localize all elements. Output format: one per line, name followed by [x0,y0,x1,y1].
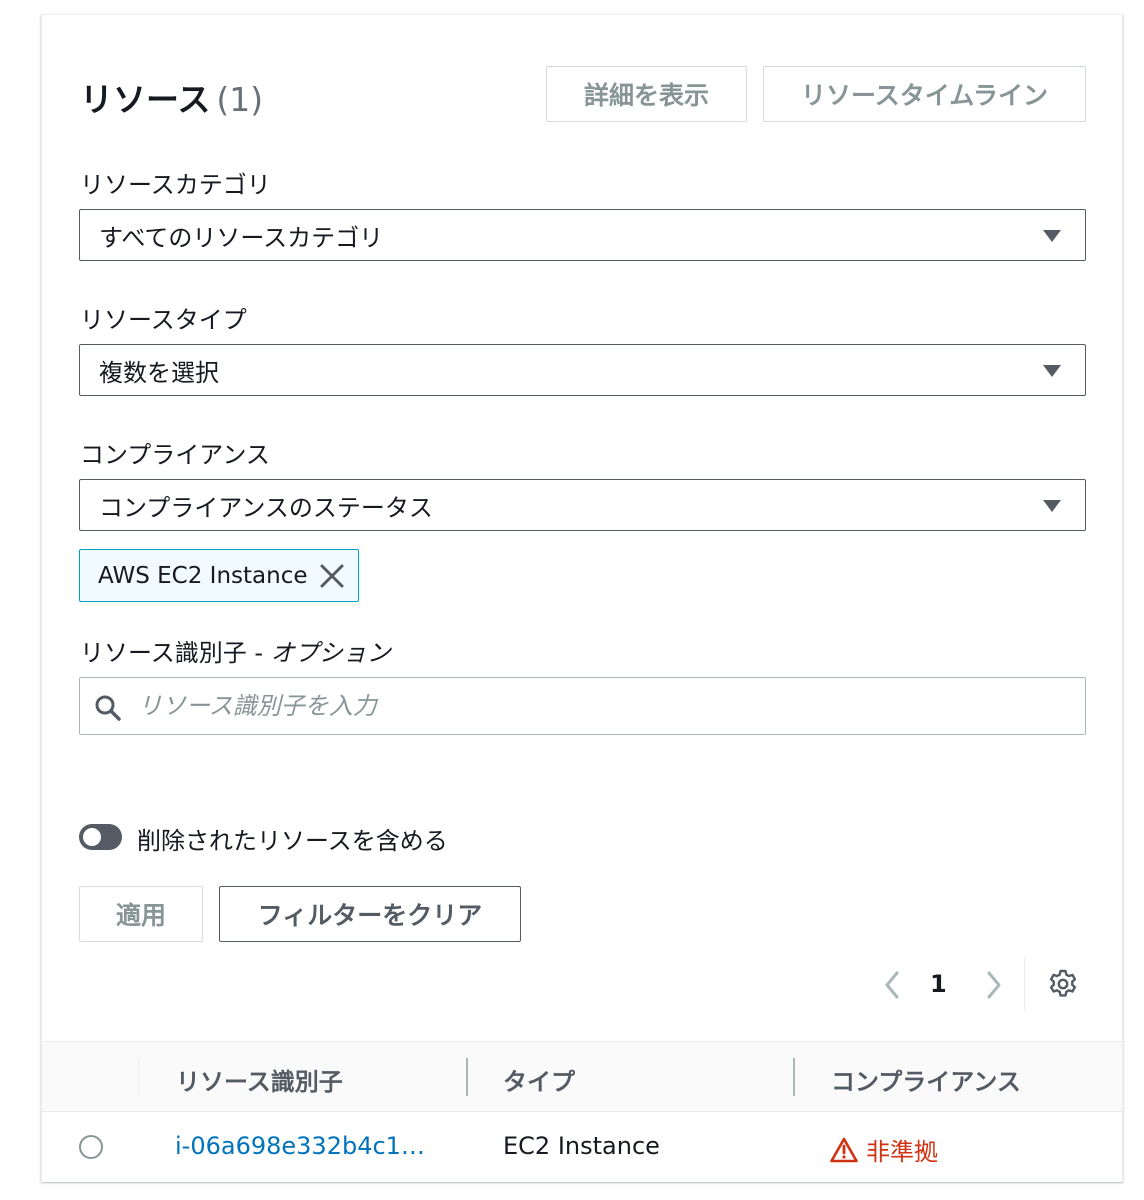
type-select[interactable]: 複数を選択 [79,344,1086,396]
search-icon [95,695,121,721]
compliance-status: 非準拠 [830,1132,938,1167]
compliance-label: コンプライアンス [80,441,270,469]
table-row: i-06a698e332b4c1… EC2 Instance 非準拠 [42,1112,1122,1182]
type-selected: 複数を選択 [99,358,219,387]
table-header: リソース識別子 タイプ コンプライアンス [42,1041,1122,1112]
chevron-right-icon[interactable] [982,965,1006,1005]
resource-type: EC2 Instance [503,1132,660,1160]
gear-icon[interactable] [1047,968,1079,1000]
pager-divider [1024,957,1025,1011]
caret-down-icon [1043,230,1061,242]
include-deleted-toggle[interactable] [79,824,122,850]
compliance-select[interactable]: コンプライアンスのステータス [79,479,1086,531]
column-header-compliance[interactable]: コンプライアンス [831,1062,1021,1097]
column-divider [793,1058,795,1096]
include-deleted-label: 削除されたリソースを含める [137,827,448,855]
caret-down-icon [1043,365,1061,377]
category-label: リソースカテゴリ [80,171,271,199]
apply-button[interactable]: 適用 [79,886,203,942]
title-text: リソース [80,80,211,119]
identifier-input[interactable] [138,686,1068,726]
column-header-identifier[interactable]: リソース識別子 [176,1062,343,1097]
column-header-type[interactable]: タイプ [503,1062,575,1097]
page-title: リソース (1) [80,73,263,121]
warning-icon [830,1137,858,1162]
view-details-button[interactable]: 詳細を表示 [546,66,747,122]
type-token: AWS EC2 Instance [79,549,359,602]
identifier-search [79,677,1086,735]
caret-down-icon [1043,500,1061,512]
column-divider [138,1058,139,1096]
clear-filters-button[interactable]: フィルターをクリア [219,886,521,942]
compliance-status-text: 非準拠 [866,1138,938,1166]
close-icon[interactable] [318,562,346,590]
resource-timeline-button[interactable]: リソースタイムライン [763,66,1086,122]
chevron-left-icon[interactable] [880,965,904,1005]
column-divider [466,1058,468,1096]
row-select-radio[interactable] [79,1135,103,1159]
identifier-label-optional: オプション [270,639,391,667]
resource-count: (1) [216,80,264,119]
identifier-label: リソース識別子 - オプション [80,633,391,668]
resources-panel: リソース (1) 詳細を表示 リソースタイムライン リソースカテゴリ すべてのリソ… [41,14,1123,1182]
resource-id-link[interactable]: i-06a698e332b4c1… [175,1132,425,1160]
toggle-knob [83,828,101,846]
type-label: リソースタイプ [80,306,247,334]
category-select[interactable]: すべてのリソースカテゴリ [79,209,1086,261]
identifier-label-main: リソース識別子 - [80,639,271,667]
compliance-selected: コンプライアンスのステータス [99,493,433,522]
token-label: AWS EC2 Instance [98,562,308,589]
category-selected: すべてのリソースカテゴリ [99,223,384,252]
page-number[interactable]: 1 [930,970,947,998]
